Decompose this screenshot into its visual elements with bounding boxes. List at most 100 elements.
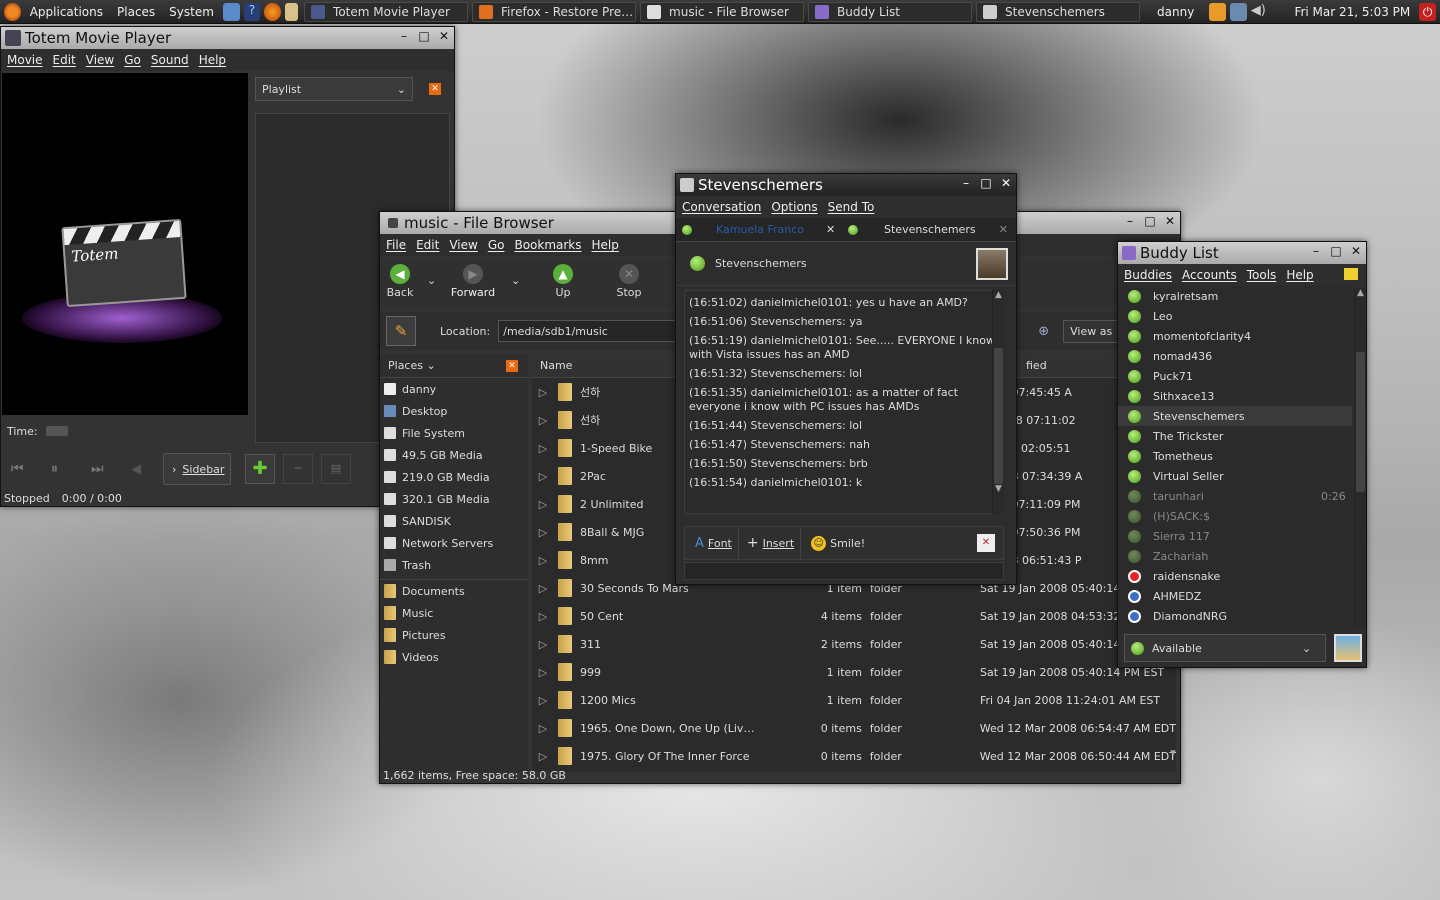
maximize-button[interactable]: □ [418, 29, 430, 43]
bookmark-item[interactable]: Pictures [380, 624, 528, 646]
menu-help[interactable]: Help [586, 238, 623, 252]
file-row[interactable]: ▷ 1965. One Down, One Up (Liv… 0 items fold… [532, 714, 1176, 742]
tab-kamuela-franco[interactable]: Kamuela Franco ✕ [676, 223, 842, 236]
location-input[interactable] [498, 320, 679, 342]
expander-icon[interactable]: ▷ [532, 750, 554, 763]
back-button[interactable]: ◀ Back [384, 264, 416, 299]
bookmark-item[interactable]: Music [380, 602, 528, 624]
new-message-icon[interactable] [1344, 268, 1358, 280]
minimize-button[interactable]: – [1310, 244, 1322, 258]
menu-go[interactable]: Go [118, 53, 145, 67]
back-history-chevron-icon[interactable]: ⌄ [427, 274, 436, 287]
notification-icon[interactable] [1209, 2, 1227, 21]
playlist-selector[interactable]: Playlist ⌄ [255, 77, 413, 101]
status-selector[interactable]: Available ⌄ [1124, 634, 1326, 662]
menu-file[interactable]: File [380, 238, 410, 252]
taskbar-button[interactable]: music - File Browser [640, 1, 805, 22]
add-to-playlist-icon[interactable]: ✚ [245, 454, 275, 484]
account-icon[interactable] [1334, 634, 1362, 662]
buddy-row[interactable]: Stevenschemers [1118, 406, 1352, 426]
taskbar-button[interactable]: Totem Movie Player [304, 1, 469, 22]
buddy-row[interactable]: The Trickster [1118, 426, 1352, 446]
conversation-scrollbar[interactable]: ▲ ▼ [992, 290, 1004, 514]
maximize-button[interactable]: □ [1330, 244, 1342, 258]
close-button[interactable]: ✕ [1000, 176, 1012, 190]
help-launcher-icon[interactable]: ? [243, 2, 261, 21]
taskbar-button[interactable]: Stevenschemers [976, 1, 1141, 22]
close-button[interactable]: ✕ [1164, 214, 1176, 228]
clock[interactable]: Fri Mar 21, 5:03 PM [1287, 5, 1417, 19]
buddy-row[interactable]: kyralretsam [1118, 286, 1352, 306]
forward-history-chevron-icon[interactable]: ⌄ [511, 274, 520, 287]
expander-icon[interactable]: ▷ [532, 638, 554, 651]
menu-help[interactable]: Help [193, 53, 230, 67]
place-item[interactable]: 320.1 GB Media [380, 488, 528, 510]
place-item[interactable]: danny [380, 378, 528, 400]
maximize-button[interactable]: □ [980, 176, 992, 190]
file-row[interactable]: ▷ 999 1 item folder Sat 19 Jan 2008 05:40:14… [532, 658, 1176, 686]
power-icon[interactable]: ⏻ [1419, 2, 1436, 21]
buddy-avatar[interactable] [976, 248, 1008, 280]
buddy-row[interactable]: Zachariah [1118, 546, 1352, 566]
buddy-row[interactable]: AHMEDZ [1118, 586, 1352, 606]
place-item[interactable]: Network Servers [380, 532, 528, 554]
expander-icon[interactable]: ▷ [532, 610, 554, 623]
edit-location-icon[interactable]: ✎ [386, 316, 416, 346]
user-switcher[interactable]: danny [1150, 5, 1201, 19]
file-row[interactable]: ▷ 50 Cent 4 items folder Sat 19 Jan 2008 04:… [532, 602, 1176, 630]
buddy-list-titlebar[interactable]: Buddy List – □ ✕ [1118, 242, 1366, 264]
next-icon[interactable]: ⏭ [91, 461, 131, 477]
buddy-row[interactable]: Virtual Seller [1118, 466, 1352, 486]
close-button[interactable]: ✕ [1350, 244, 1362, 258]
up-button[interactable]: ▲ Up [546, 264, 580, 299]
place-item[interactable]: Desktop [380, 400, 528, 422]
menu-movie[interactable]: Movie [1, 53, 47, 67]
chat-titlebar[interactable]: Stevenschemers – □ ✕ [676, 174, 1016, 196]
font-button[interactable]: A Font [685, 527, 739, 559]
expander-icon[interactable]: ▷ [532, 386, 554, 399]
expander-icon[interactable]: ▷ [532, 694, 554, 707]
file-list-scrollbar[interactable]: ▾ [1167, 746, 1179, 770]
buddy-row[interactable]: Sithxace13 [1118, 386, 1352, 406]
buddy-row[interactable]: DiamondNRG [1118, 606, 1352, 626]
buddy-row[interactable]: Tometheus [1118, 446, 1352, 466]
view-as-button[interactable]: View as [1063, 319, 1120, 343]
expander-icon[interactable]: ▷ [532, 666, 554, 679]
buddy-row[interactable]: Leo [1118, 306, 1352, 326]
buddy-row[interactable]: momentofclarity4 [1118, 326, 1352, 346]
expander-icon[interactable]: ▷ [532, 498, 554, 511]
menu-view[interactable]: View [443, 238, 481, 252]
tab-stevenschemers[interactable]: Stevenschemers ✕ [842, 223, 1008, 236]
place-item[interactable]: Trash [380, 554, 528, 576]
expander-icon[interactable]: ▷ [532, 414, 554, 427]
close-tab-icon[interactable]: ✕ [826, 223, 835, 236]
bookmark-item[interactable]: Documents [380, 580, 528, 602]
places-header[interactable]: Places ⌄ ✕ [380, 354, 528, 378]
file-row[interactable]: ▷ 1200 Mics 1 item folder Fri 04 Jan 2008 11… [532, 686, 1176, 714]
volume-icon[interactable]: ◀) [1251, 3, 1268, 21]
minimize-button[interactable]: – [960, 176, 972, 190]
expander-icon[interactable]: ▷ [532, 470, 554, 483]
ubuntu-logo-icon[interactable] [4, 2, 21, 21]
clear-formatting-icon[interactable]: ✕ [977, 534, 995, 552]
buddy-row[interactable]: Sierra 117 [1118, 526, 1352, 546]
video-area[interactable]: Totem [2, 73, 248, 415]
previous-icon[interactable]: ⏮ [11, 461, 51, 477]
zoom-in-icon[interactable]: ⊕ [1038, 324, 1049, 339]
seek-slider[interactable] [45, 426, 68, 436]
menu-edit[interactable]: Edit [410, 238, 443, 252]
network-icon[interactable] [1230, 2, 1247, 21]
menu-tools[interactable]: Tools [1241, 268, 1281, 282]
conversation-log[interactable]: (16:51:02) danielmichel0101: yes u have … [684, 290, 1004, 514]
smile-button[interactable]: ☺ Smile! [801, 527, 871, 559]
applications-menu[interactable]: Applications [23, 5, 110, 19]
maximize-button[interactable]: □ [1144, 214, 1156, 228]
forward-button[interactable]: ▶ Forward [448, 264, 498, 299]
taskbar-button[interactable]: Buddy List [808, 1, 973, 22]
insert-button[interactable]: + Insert [739, 527, 802, 559]
column-modified[interactable]: fied [1026, 359, 1047, 372]
firefox-launcher-icon[interactable] [264, 2, 282, 21]
close-sidebar-icon[interactable]: ✕ [506, 359, 518, 372]
place-item[interactable]: 49.5 GB Media [380, 444, 528, 466]
sidebar-button[interactable]: › Sidebar [163, 453, 231, 485]
